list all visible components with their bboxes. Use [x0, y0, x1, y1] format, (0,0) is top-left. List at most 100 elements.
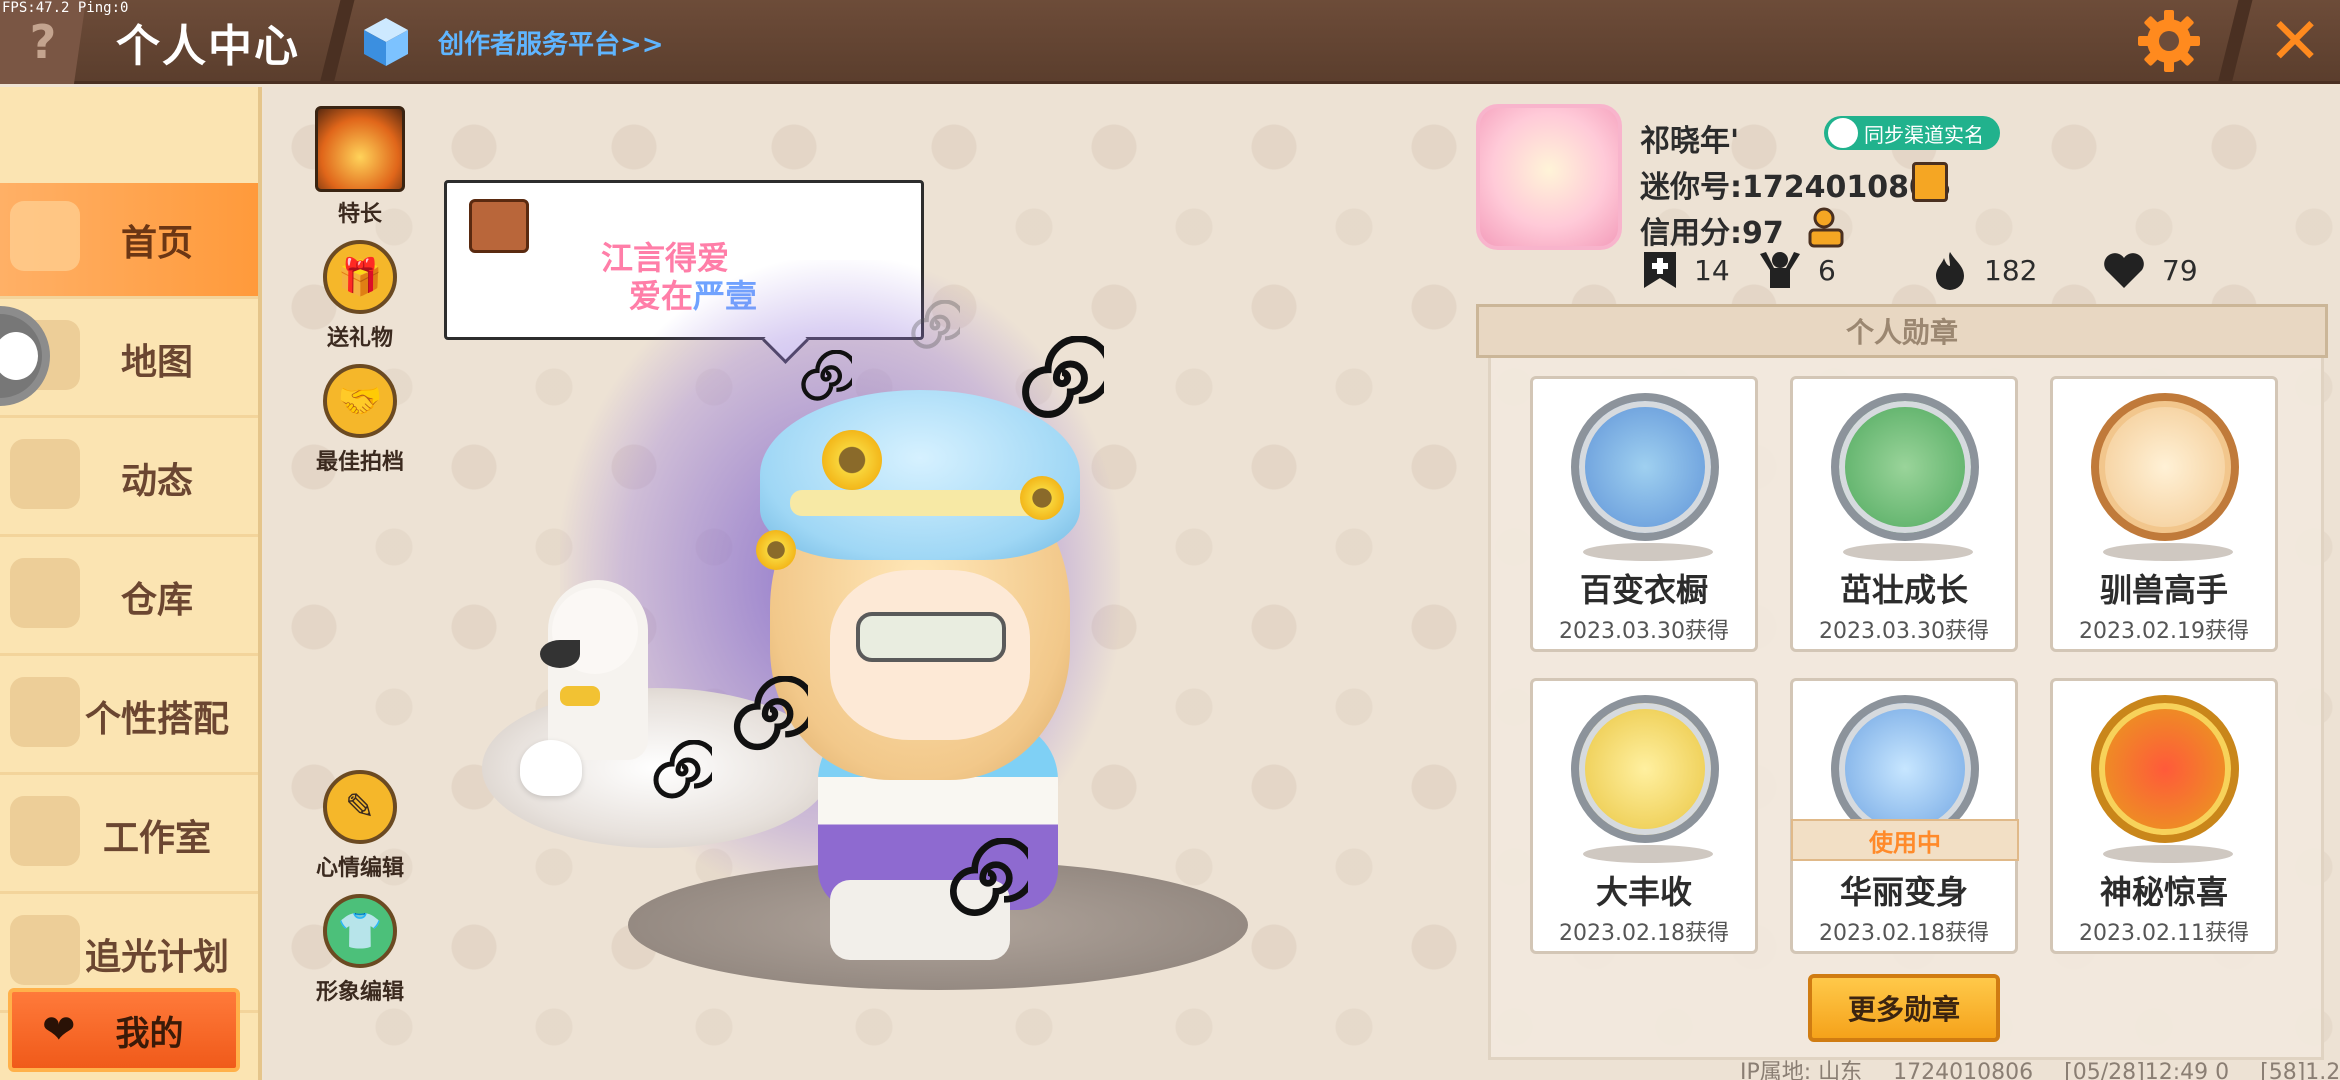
- swirl-icon: [801, 350, 852, 401]
- sidebar-item-label: 地图: [120, 341, 193, 383]
- talent-button[interactable]: 特长: [300, 106, 420, 228]
- medal-card[interactable]: 神秘惊喜 2023.02.11获得: [2050, 678, 2278, 954]
- stat-fans-value: 6: [1818, 253, 1836, 287]
- medal-shadow: [1583, 543, 1713, 561]
- medal-card[interactable]: 大丰收 2023.02.18获得: [1530, 678, 1758, 954]
- medal-name: 百变衣橱: [1579, 571, 1708, 609]
- bell-icon: [10, 439, 80, 509]
- close-button[interactable]: ✕: [2250, 0, 2340, 84]
- sync-badge-label: 同步渠道实名: [1864, 122, 1984, 147]
- heart-icon: ❤: [42, 1007, 76, 1053]
- swirl-icon: [950, 838, 1028, 916]
- medal-name: 驯兽高手: [2099, 571, 2228, 609]
- mine-label: 我的: [115, 1013, 184, 1054]
- medal-date: 2023.03.30获得: [1559, 619, 1729, 644]
- sunflower-icon: [756, 530, 796, 570]
- medal-date: 2023.02.18获得: [1819, 921, 1989, 946]
- stat-heat-value: 182: [1984, 253, 2038, 287]
- swirl-icon: [733, 676, 808, 751]
- partner-label: 最佳拍档: [315, 450, 404, 475]
- sidebar-item-studio[interactable]: 工作室: [0, 778, 258, 894]
- ip-location: IP属地: 山东: [1740, 1060, 1863, 1080]
- in-use-badge: 使用中: [1791, 819, 2019, 861]
- sidebar-item-outfit[interactable]: 个性搭配: [0, 659, 258, 775]
- medal-date: 2023.03.30获得: [1819, 619, 1989, 644]
- title-divider: [319, 0, 355, 84]
- sidebar-item-label: 动态: [120, 460, 193, 502]
- gift-icon: 🎁: [323, 240, 397, 314]
- profile-name: 祁晓年': [1640, 124, 1740, 159]
- medal-card[interactable]: 驯兽高手 2023.02.19获得: [2050, 376, 2278, 652]
- medal-wardrobe-icon: [1571, 393, 1719, 541]
- stat-adds-value: 14: [1694, 253, 1730, 287]
- stat-adds[interactable]: 14: [1640, 250, 1730, 290]
- stat-fans[interactable]: 6: [1756, 250, 1836, 290]
- footer-uid: 1724010806: [1893, 1060, 2034, 1080]
- sync-realname-badge[interactable]: 同步渠道实名: [1824, 116, 2000, 150]
- avatar-edit-button[interactable]: 👕 形象编辑: [300, 894, 420, 1006]
- chase-light-icon: [10, 915, 80, 985]
- footer-time: [05/28]12:49 0: [2064, 1060, 2230, 1080]
- credit-score: 信用分:97: [1640, 216, 1784, 251]
- medal-date: 2023.02.18获得: [1559, 921, 1729, 946]
- sunflower-icon: [822, 430, 882, 490]
- mood-edit-button[interactable]: ✎ 心情编辑: [300, 770, 420, 882]
- fps-readout: FPS:47.2 Ping:0: [2, 0, 129, 16]
- talent-label: 特长: [337, 202, 382, 227]
- help-icon: ?: [29, 15, 57, 69]
- flame-icon: [1936, 252, 1964, 290]
- talent-icon: [315, 106, 405, 192]
- stat-heat[interactable]: 182: [1930, 250, 2037, 290]
- medal-shadow: [1843, 543, 1973, 561]
- medal-card[interactable]: 茁壮成长 2023.03.30获得: [1790, 376, 2018, 652]
- stat-likes[interactable]: 79: [2100, 250, 2198, 290]
- medal-shadow: [2103, 845, 2233, 863]
- mine-button[interactable]: ❤ 我的: [8, 988, 240, 1072]
- swan-beak: [540, 640, 580, 668]
- sidebar-item-warehouse[interactable]: 仓库: [0, 540, 258, 656]
- medal-date: 2023.02.19获得: [2079, 619, 2249, 644]
- sidebar-item-home[interactable]: 首页: [0, 183, 258, 299]
- medal-shadow: [2103, 543, 2233, 561]
- sidebar-item-label: 追光计划: [84, 936, 229, 978]
- medal-card[interactable]: 使用中 华丽变身 2023.02.18获得: [1790, 678, 2019, 954]
- partner-button[interactable]: 🤝 最佳拍档: [300, 364, 420, 476]
- sidebar-item-feed[interactable]: 动态: [0, 421, 258, 537]
- profile-avatar[interactable]: [1476, 104, 1622, 250]
- medal-name: 华丽变身: [1839, 873, 1968, 911]
- swan-bow: [560, 686, 600, 706]
- creator-platform-link[interactable]: 创作者服务平台>>: [438, 24, 664, 61]
- medal-grow-icon: [1831, 393, 1979, 541]
- top-bar: ? 个人中心 创作者服务平台>> ✕: [0, 0, 2340, 84]
- medal-date: 2023.02.11获得: [2079, 921, 2249, 946]
- avatar-edit-label: 形象编辑: [315, 980, 404, 1005]
- sidebar-item-label: 仓库: [120, 579, 193, 621]
- mood-edit-label: 心情编辑: [315, 856, 404, 881]
- stat-likes-value: 79: [2162, 253, 2198, 287]
- sunflower-icon: [1020, 476, 1064, 520]
- sidebar-item-label: 首页: [120, 222, 193, 264]
- outfit-edit-icon: 👕: [323, 894, 397, 968]
- medal-name: 神秘惊喜: [2099, 873, 2228, 911]
- gift-button[interactable]: 🎁 送礼物: [300, 240, 420, 352]
- more-medals-button[interactable]: 更多勋章: [1808, 974, 2000, 1042]
- heart-hand-icon: [2104, 253, 2144, 288]
- credit-user-icon[interactable]: [1806, 206, 1846, 248]
- studio-icon: [10, 796, 80, 866]
- edit-icon: ✎: [323, 770, 397, 844]
- footer-info: IP属地: 山东 1724010806 [05/28]12:49 0 [58]1…: [1740, 1054, 2340, 1080]
- mini-avatar-icon: [469, 199, 529, 253]
- outfit-icon: [10, 677, 80, 747]
- gear-icon[interactable]: [2136, 8, 2202, 74]
- sidebar: 首页 地图 动态 仓库 个性搭配 工作室 追光计划: [0, 87, 262, 1080]
- medal-harvest-icon: [1571, 695, 1719, 843]
- swirl-icon: [1022, 336, 1104, 418]
- medal-tamer-icon: [2091, 393, 2239, 541]
- fans-icon: [1760, 252, 1800, 288]
- copy-icon[interactable]: [1912, 162, 1948, 202]
- medal-card[interactable]: 百变衣橱 2023.03.30获得: [1530, 376, 1758, 652]
- swirl-icon: [911, 300, 960, 349]
- bookmark-plus-icon: [1644, 252, 1676, 288]
- home-icon: [10, 201, 80, 271]
- cube-icon[interactable]: [362, 16, 410, 68]
